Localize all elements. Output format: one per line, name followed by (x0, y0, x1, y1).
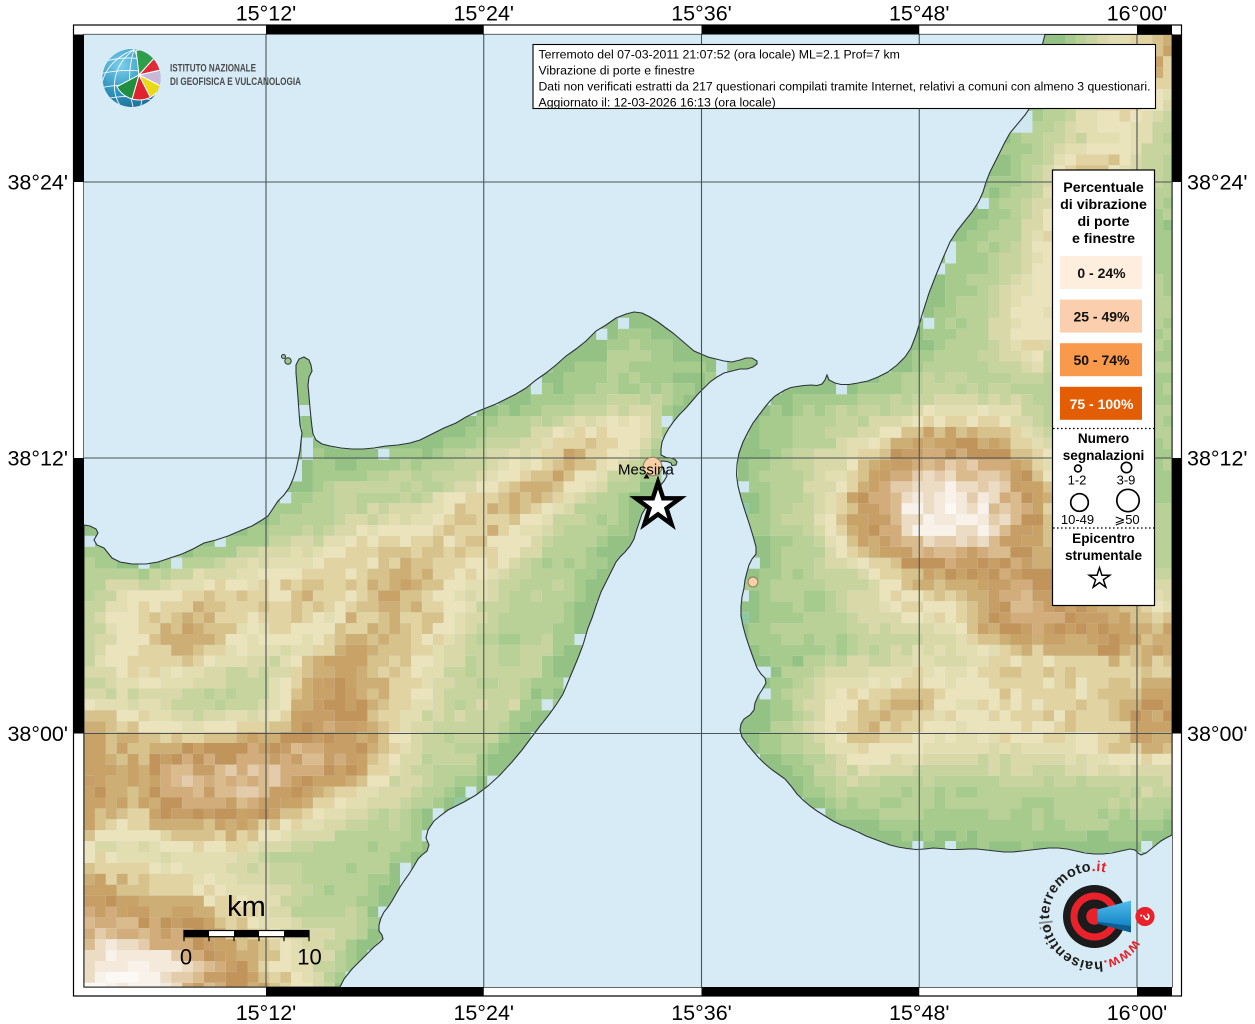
svg-text:15°48': 15°48' (889, 1001, 950, 1024)
svg-text:15°48': 15°48' (889, 2, 950, 26)
svg-text:Epicentro: Epicentro (1072, 531, 1135, 546)
svg-text:km: km (227, 891, 266, 923)
svg-text:0: 0 (180, 945, 192, 970)
svg-text:16°00': 16°00' (1107, 1001, 1168, 1024)
svg-text:10: 10 (297, 945, 321, 970)
svg-text:15°24': 15°24' (453, 1001, 514, 1024)
svg-text:1-2: 1-2 (1068, 473, 1087, 488)
svg-text:75 - 100%: 75 - 100% (1070, 396, 1134, 412)
svg-text:strumentale: strumentale (1065, 548, 1142, 563)
svg-text:15°24': 15°24' (453, 2, 514, 26)
svg-text:38°00': 38°00' (7, 722, 68, 746)
svg-text:Messina: Messina (618, 462, 675, 479)
svg-text:10-49: 10-49 (1061, 512, 1094, 527)
svg-text:15°36': 15°36' (671, 1001, 732, 1024)
svg-text:Numero: Numero (1078, 431, 1129, 446)
svg-text:DI GEOFISICA E VULCANOLOGIA: DI GEOFISICA E VULCANOLOGIA (170, 76, 301, 88)
svg-text:50 - 74%: 50 - 74% (1073, 352, 1130, 368)
svg-text:ISTITUTO NAZIONALE: ISTITUTO NAZIONALE (170, 63, 256, 75)
svg-text:38°12': 38°12' (7, 447, 68, 471)
svg-text:Dati non verificati estratti d: Dati non verificati estratti da 217 ques… (539, 80, 1151, 94)
svg-text:38°24': 38°24' (1187, 171, 1248, 195)
svg-text:Terremoto del 07-03-2011 21:07: Terremoto del 07-03-2011 21:07:52 (ora l… (539, 48, 900, 62)
svg-text:di vibrazione: di vibrazione (1060, 197, 1147, 213)
svg-text:di porte: di porte (1077, 214, 1129, 230)
svg-text:25 - 49%: 25 - 49% (1073, 309, 1130, 325)
svg-text:15°12': 15°12' (236, 2, 297, 26)
svg-text:Percentuale: Percentuale (1063, 180, 1144, 196)
svg-text:38°00': 38°00' (1187, 722, 1248, 746)
svg-text:⩾50: ⩾50 (1114, 512, 1139, 527)
svg-text:38°24': 38°24' (7, 171, 68, 195)
svg-text:38°12': 38°12' (1187, 447, 1248, 471)
svg-text:0 - 24%: 0 - 24% (1077, 265, 1126, 281)
svg-text:15°36': 15°36' (671, 2, 732, 26)
svg-text:16°00': 16°00' (1107, 2, 1168, 26)
svg-text:segnalazioni: segnalazioni (1063, 448, 1145, 463)
svg-text:Vibrazione di porte e finestre: Vibrazione di porte e finestre (539, 64, 695, 78)
svg-text:3-9: 3-9 (1117, 473, 1136, 488)
svg-text:15°12': 15°12' (236, 1001, 297, 1024)
svg-text:Aggiornato il: 12-03-2026 16:1: Aggiornato il: 12-03-2026 16:13 (ora loc… (539, 96, 776, 110)
svg-text:e finestre: e finestre (1072, 231, 1135, 247)
